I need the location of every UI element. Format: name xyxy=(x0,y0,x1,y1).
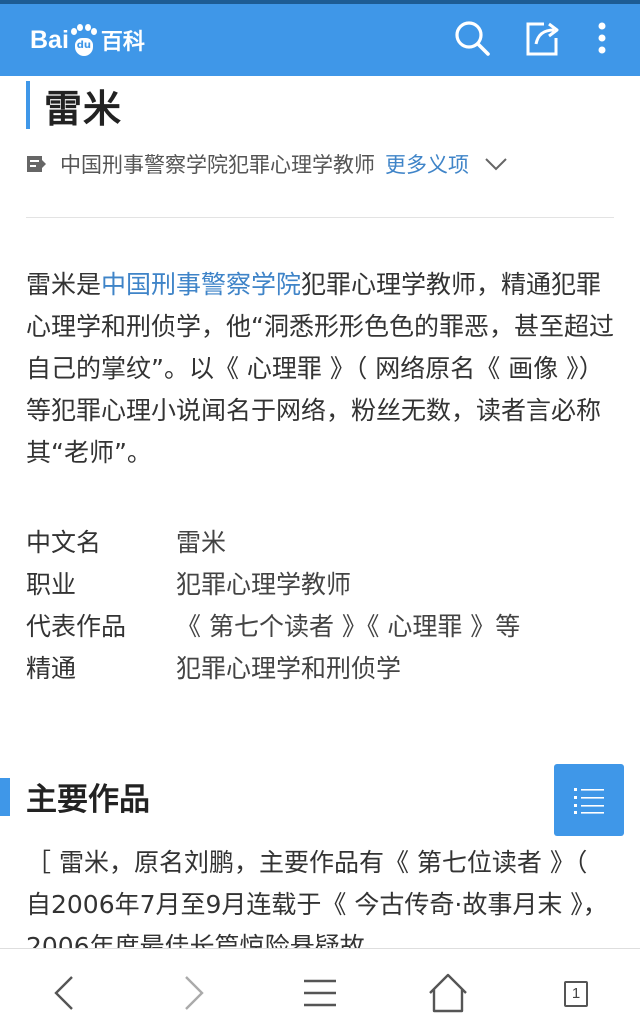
home-icon xyxy=(429,973,467,1013)
infobox-value: 雷米 xyxy=(176,528,227,557)
infobox-key: 职业 xyxy=(26,570,77,599)
infobox-row: 职业 犯罪心理学教师 xyxy=(26,562,616,604)
divider xyxy=(26,217,614,218)
menu-icon xyxy=(304,979,336,1007)
ambiguity-text: 中国刑事警察学院犯罪心理学教师 xyxy=(60,153,375,177)
entry-summary: 雷米是中国刑事警察学院犯罪心理学教师，精通犯罪心理学和刑侦学，他“洞悉形形色色的… xyxy=(26,264,616,474)
infobox-value: 犯罪心理学教师 xyxy=(176,570,352,599)
section-title: 主要作品 xyxy=(26,782,150,818)
title-accent-bar xyxy=(26,81,30,129)
infobox-key: 代表作品 xyxy=(26,612,127,641)
infobox-value: 《 第七个读者 》《 心理罪 》等 xyxy=(176,612,521,641)
forward-button[interactable] xyxy=(170,969,218,1017)
paw-icon: du xyxy=(70,24,97,56)
section-accent-bar xyxy=(0,778,10,816)
table-of-contents-button[interactable] xyxy=(554,764,624,836)
ambiguity-line: 中国刑事警察学院犯罪心理学教师 更多义项 xyxy=(26,147,509,181)
summary-link-academy[interactable]: 中国刑事警察学院 xyxy=(101,270,301,299)
chevron-down-icon[interactable] xyxy=(483,151,509,177)
bottom-nav-bar: 1 xyxy=(0,948,640,1034)
infobox: 中文名 雷米 职业 犯罪心理学教师 代表作品 《 第七个读者 》《 心理罪 》等… xyxy=(26,520,616,688)
section-body: ［ 雷米，原名刘鹏，主要作品有《 第七位读者 》（ 自2006年7月至9月连载于… xyxy=(26,848,608,950)
entry-title: 雷米 xyxy=(44,86,123,131)
infobox-row: 精通 犯罪心理学和刑侦学 xyxy=(26,646,616,688)
list-icon xyxy=(574,788,604,814)
summary-prefix: 雷米是 xyxy=(26,270,102,299)
infobox-row: 代表作品 《 第七个读者 》《 心理罪 》等 xyxy=(26,604,616,646)
logo-bai-text: Bai xyxy=(30,25,69,54)
top-app-bar: Bai du 百科 xyxy=(0,0,640,76)
logo-baike-text: 百科 xyxy=(100,30,145,55)
status-strip xyxy=(0,0,640,4)
menu-button[interactable] xyxy=(296,969,344,1017)
more-vertical-icon[interactable] xyxy=(582,18,622,58)
polysemy-icon xyxy=(27,156,46,172)
logo-du-text: du xyxy=(76,40,92,51)
tabs-button[interactable]: 1 xyxy=(552,969,600,1017)
infobox-row: 中文名 雷米 xyxy=(26,520,616,562)
infobox-key: 精通 xyxy=(26,654,77,683)
infobox-key: 中文名 xyxy=(26,528,102,557)
chevron-right-icon xyxy=(185,976,204,1010)
search-icon[interactable] xyxy=(452,18,492,58)
share-icon[interactable] xyxy=(522,18,562,58)
baidu-baike-logo[interactable]: Bai du 百科 xyxy=(30,20,145,60)
home-button[interactable] xyxy=(424,969,472,1017)
chevron-left-icon xyxy=(54,976,73,1010)
back-button[interactable] xyxy=(40,969,88,1017)
more-meanings-link[interactable]: 更多义项 xyxy=(385,149,469,179)
tab-count: 1 xyxy=(564,981,588,1007)
summary-text: 犯罪心理学教师，精通犯罪心理学和刑侦学，他“洞悉形形色色的罪恶，甚至超过自己的掌… xyxy=(26,270,614,467)
infobox-value: 犯罪心理学和刑侦学 xyxy=(176,654,402,683)
entry-title-block: 雷米 xyxy=(26,80,123,131)
